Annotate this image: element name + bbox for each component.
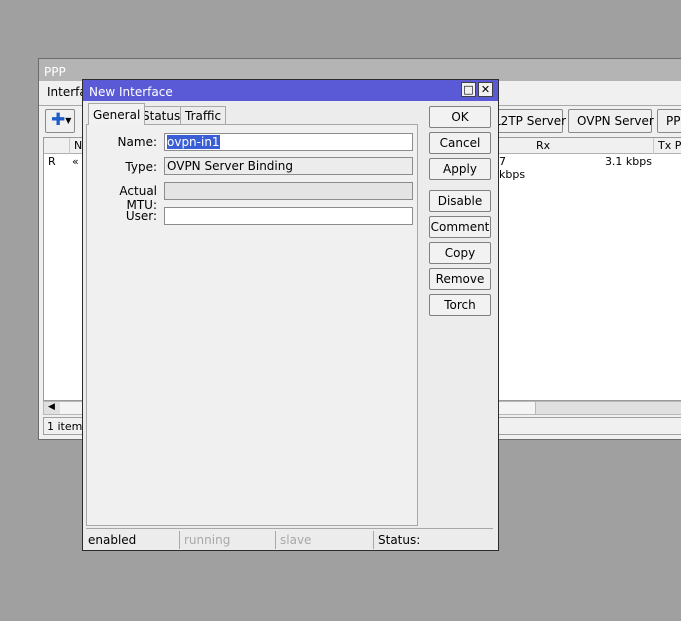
remove-button[interactable]: Remove xyxy=(429,268,491,290)
scroll-left-icon[interactable]: ◀ xyxy=(44,402,60,414)
row-flag: R xyxy=(48,155,56,168)
dialog-status-bar: enabled running slave Status: xyxy=(86,528,493,549)
plus-icon: ✚ xyxy=(51,110,66,130)
general-panel: Name: ovpn-in1 Type: OVPN Server Binding… xyxy=(86,124,418,526)
chevron-down-icon: ▼ xyxy=(65,116,72,125)
status-label: Status: xyxy=(378,533,421,547)
torch-button[interactable]: Torch xyxy=(429,294,491,316)
dialog-title[interactable]: New Interface xyxy=(83,80,498,101)
copy-button[interactable]: Copy xyxy=(429,242,491,264)
disable-button[interactable]: Disable xyxy=(429,190,491,212)
type-label: Type: xyxy=(125,160,157,174)
name-label: Name: xyxy=(117,135,157,149)
column-flag[interactable] xyxy=(44,138,70,154)
cancel-button[interactable]: Cancel xyxy=(429,132,491,154)
column-tx-packets[interactable]: Tx Pa xyxy=(654,138,681,154)
user-input[interactable] xyxy=(164,207,413,225)
ppp-window-title[interactable]: PPP xyxy=(39,59,681,81)
maximize-icon[interactable]: □ xyxy=(461,82,476,97)
tab-traffic[interactable]: Traffic xyxy=(180,106,227,124)
ppp-button[interactable]: PPP xyxy=(657,109,681,133)
status-slave: slave xyxy=(278,531,374,549)
column-rx[interactable]: Rx xyxy=(532,138,654,154)
user-label: User: xyxy=(125,209,157,223)
ok-button[interactable]: OK xyxy=(429,106,491,128)
add-button[interactable]: ✚▼ xyxy=(45,109,75,133)
name-input[interactable]: ovpn-in1 xyxy=(164,133,413,151)
ovpn-server-button[interactable]: OVPN Server xyxy=(568,109,654,133)
close-icon[interactable]: ✕ xyxy=(478,82,493,97)
row-name: « xyxy=(72,155,79,168)
actual-mtu-field xyxy=(164,182,413,200)
type-field: OVPN Server Binding xyxy=(164,157,413,175)
row-tx: 7 kbps xyxy=(499,155,526,181)
l2tp-server-button[interactable]: L2TP Server xyxy=(489,109,566,133)
status-enabled: enabled xyxy=(86,531,180,549)
apply-button[interactable]: Apply xyxy=(429,158,491,180)
tab-general[interactable]: General xyxy=(88,103,146,125)
row-rx: 3.1 kbps xyxy=(604,155,652,168)
comment-button[interactable]: Comment xyxy=(429,216,491,238)
actual-mtu-label: Actual MTU: xyxy=(119,184,157,212)
new-interface-dialog: New Interface □ ✕ Name: ovpn-in1 Type: O… xyxy=(82,79,499,551)
name-value: ovpn-in1 xyxy=(167,135,220,149)
status-running: running xyxy=(182,531,276,549)
